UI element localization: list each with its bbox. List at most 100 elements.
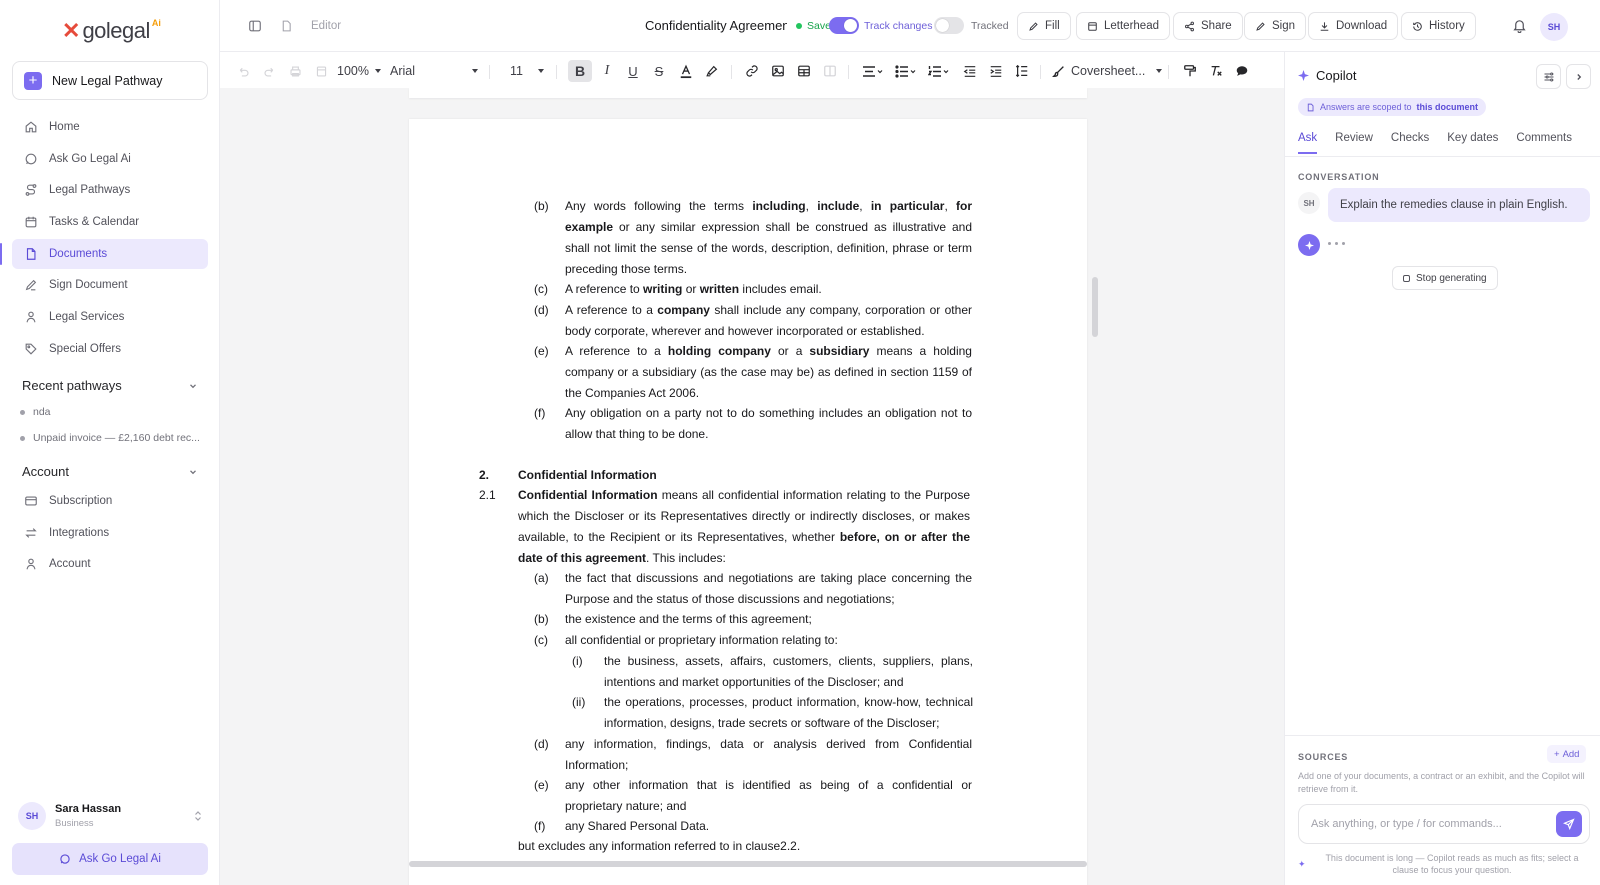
pen-icon — [23, 277, 39, 293]
outdent-icon[interactable] — [960, 60, 980, 82]
sidebar-item-label: Legal Services — [49, 311, 125, 324]
add-source-button[interactable]: + Add — [1547, 745, 1587, 763]
tab-checks[interactable]: Checks — [1391, 132, 1429, 154]
clause-text: includes email. — [739, 282, 822, 296]
fill-button[interactable]: Fill — [1017, 12, 1071, 40]
ask-go-legal-ai-button[interactable]: Ask Go Legal Ai — [12, 843, 208, 875]
comment-icon[interactable] — [1232, 60, 1252, 82]
sidebar-item-legal-pathways[interactable]: Legal Pathways — [12, 175, 208, 205]
tab-review[interactable]: Review — [1335, 132, 1373, 154]
sidebar-item-account[interactable]: Account — [12, 549, 208, 579]
undo-icon[interactable] — [234, 60, 252, 82]
align-icon[interactable] — [859, 60, 887, 82]
bell-icon[interactable] — [1512, 18, 1527, 33]
stop-generating-button[interactable]: Stop generating — [1392, 266, 1498, 290]
history-button[interactable]: History — [1401, 12, 1476, 40]
link-icon[interactable] — [742, 60, 762, 82]
account-section-toggle[interactable]: Account — [22, 464, 198, 479]
document-title[interactable]: Confidentiality Agreemen — [645, 18, 787, 33]
print-icon[interactable] — [286, 60, 304, 82]
clause-2-1-exclusion: but excludes any information referred to… — [518, 839, 801, 853]
typing-indicator — [1328, 242, 1345, 245]
italic-icon[interactable]: I — [597, 60, 617, 82]
bold-icon[interactable]: B — [568, 60, 592, 82]
redo-icon[interactable] — [260, 60, 278, 82]
sidebar-item-tasks-calendar[interactable]: Tasks & Calendar — [12, 207, 208, 237]
avatar[interactable]: SH — [1540, 13, 1568, 41]
clause-label: (b) — [534, 199, 549, 213]
sidebar-item-label: Home — [49, 121, 80, 133]
font-select[interactable]: Arial — [390, 61, 478, 81]
share-icon — [1184, 21, 1195, 32]
sidebar-item-legal-services[interactable]: Legal Services — [12, 302, 208, 332]
clause-text: . This includes: — [646, 551, 726, 565]
copilot-chat-input[interactable] — [1298, 804, 1590, 844]
user-info: Sara Hassan Business — [55, 803, 184, 829]
home-icon — [23, 119, 39, 135]
editor-breadcrumb[interactable]: Editor — [311, 20, 341, 32]
defined-term: Confidential Information — [518, 488, 658, 502]
tracked-toggle[interactable] — [934, 17, 964, 34]
recent-pathways-toggle[interactable]: Recent pathways — [22, 378, 198, 393]
section-heading: Confidential Information — [518, 468, 657, 482]
paint-format-icon[interactable] — [312, 60, 330, 82]
table-icon[interactable] — [794, 60, 814, 82]
numbered-list-icon[interactable] — [925, 60, 953, 82]
merge-cells-icon[interactable] — [820, 60, 840, 82]
sidebar-item-home[interactable]: Home — [12, 112, 208, 142]
clause-label: (b) — [534, 612, 549, 626]
tab-comments[interactable]: Comments — [1516, 132, 1572, 154]
sidebar-item-ask-go-legal-ai[interactable]: Ask Go Legal Ai — [12, 144, 208, 174]
clause-label: (c) — [534, 633, 548, 647]
chevron-right-icon[interactable] — [1566, 64, 1591, 89]
new-legal-pathway-button[interactable]: + New Legal Pathway — [12, 61, 208, 100]
font-size-select[interactable]: 11 — [510, 61, 544, 81]
clause-text: or — [682, 282, 700, 296]
recent-pathway-item[interactable]: nda — [20, 399, 200, 425]
sidebar-item-documents[interactable]: Documents — [0, 238, 208, 269]
clear-formatting-icon[interactable] — [1206, 60, 1226, 82]
sources-label: SOURCES — [1298, 752, 1349, 762]
tab-key-dates[interactable]: Key dates — [1447, 132, 1498, 154]
clause-label: (a) — [534, 571, 549, 585]
sidebar-item-sign-document[interactable]: Sign Document — [12, 270, 208, 300]
send-button[interactable] — [1556, 811, 1582, 837]
tag-icon — [23, 341, 39, 357]
logo[interactable]: ✕ golegal Ai — [62, 18, 161, 44]
recent-pathway-item[interactable]: Unpaid invoice — £2,160 debt rec... — [20, 425, 200, 451]
sidebar-item-subscription[interactable]: Subscription — [12, 486, 208, 516]
plus-icon: + — [1554, 748, 1560, 760]
image-icon[interactable] — [768, 60, 788, 82]
document-content[interactable]: (b) Any words following the terms includ… — [220, 88, 1284, 885]
strikethrough-icon[interactable]: S — [649, 60, 669, 82]
text-color-icon[interactable] — [676, 60, 696, 82]
sign-button[interactable]: Sign — [1244, 12, 1307, 40]
bullet-list-icon[interactable] — [892, 60, 920, 82]
clause-2-1-e: any other information that is identified… — [565, 778, 972, 813]
sidebar-item-special-offers[interactable]: Special Offers — [12, 334, 208, 364]
sidebar-toggle-icon[interactable] — [248, 19, 262, 33]
share-button[interactable]: Share — [1173, 12, 1243, 40]
zoom-select[interactable]: 100% — [337, 61, 381, 81]
underline-icon[interactable]: U — [623, 60, 643, 82]
stop-icon — [1403, 274, 1410, 282]
highlight-icon[interactable] — [702, 60, 722, 82]
format-painter-icon[interactable] — [1180, 60, 1200, 82]
track-changes-toggle[interactable] — [829, 17, 859, 34]
clause-text: , — [944, 199, 957, 213]
letterhead-button[interactable]: Letterhead — [1076, 12, 1170, 40]
indent-icon[interactable] — [986, 60, 1006, 82]
user-menu[interactable]: SH Sara Hassan Business — [18, 800, 203, 832]
settings-sliders-icon[interactable] — [1536, 64, 1561, 89]
scope-target: this document — [1416, 102, 1479, 112]
line-spacing-icon[interactable] — [1012, 60, 1032, 82]
defined-term: include — [817, 199, 860, 213]
clause-label: (f) — [534, 406, 546, 420]
download-icon — [1319, 21, 1330, 32]
sidebar-item-integrations[interactable]: Integrations — [12, 518, 208, 548]
history-icon — [1412, 21, 1423, 32]
style-select[interactable]: Coversheet... — [1052, 61, 1162, 81]
download-button[interactable]: Download — [1308, 12, 1399, 40]
tab-ask[interactable]: Ask — [1298, 132, 1318, 154]
copilot-avatar — [1298, 234, 1320, 256]
